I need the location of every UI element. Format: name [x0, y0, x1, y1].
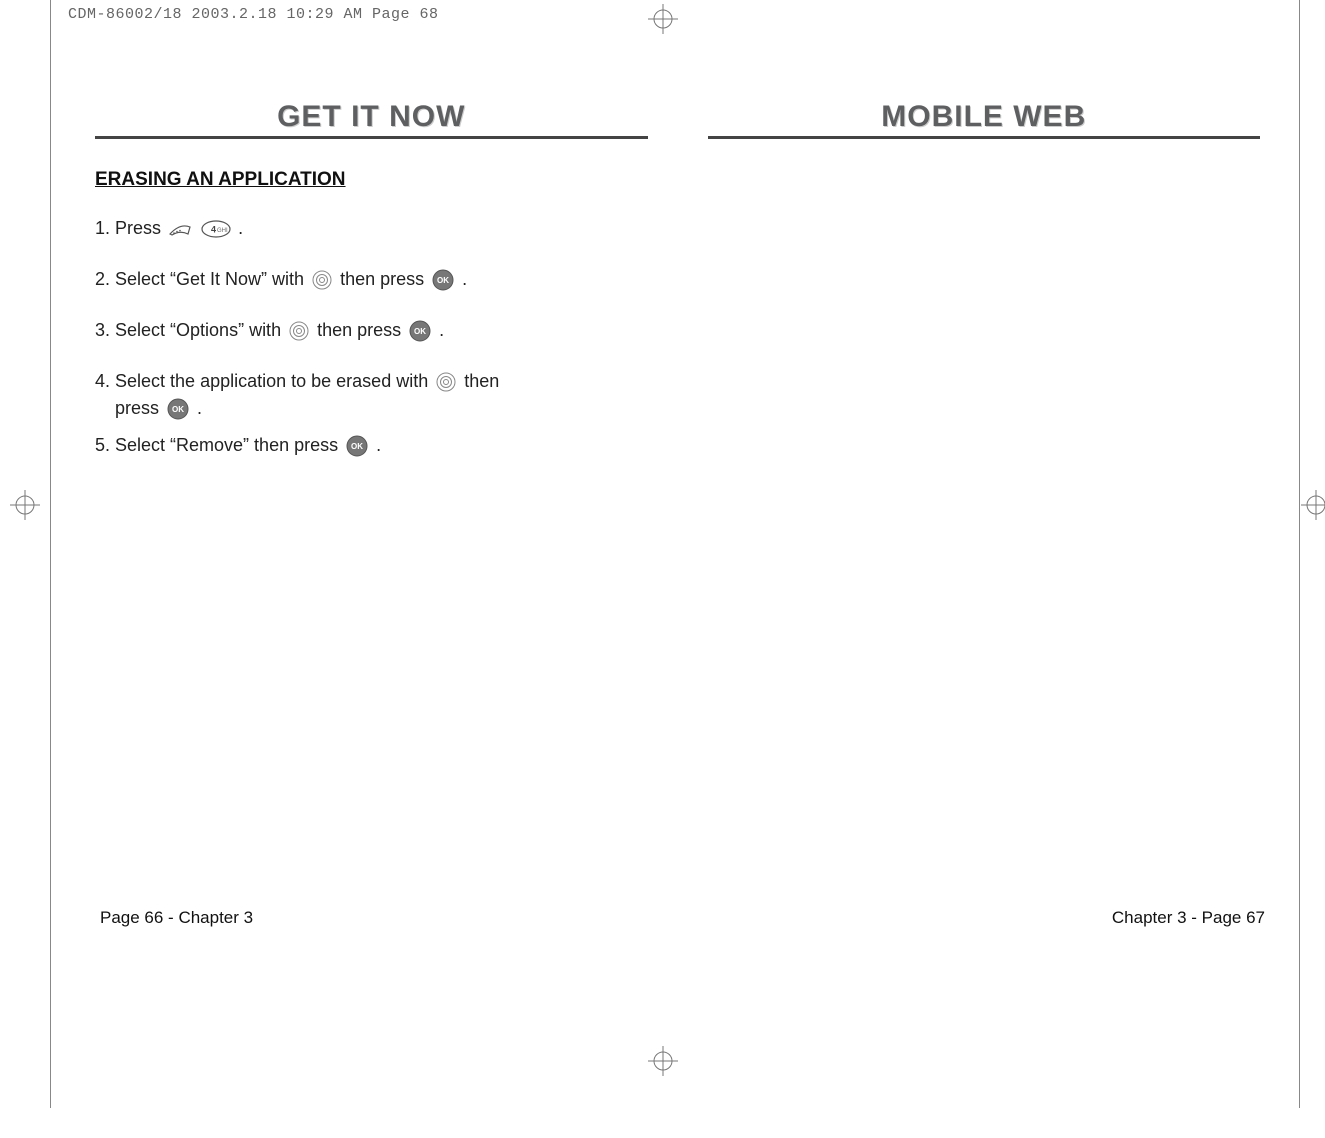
- right-page: MOBILE WEB: [668, 100, 1271, 960]
- step-1-text-b: .: [238, 218, 243, 238]
- left-page: GET IT NOW ERASING AN APPLICATION 1. Pre…: [80, 100, 668, 960]
- svg-text:OK: OK: [351, 442, 363, 451]
- ok-button-icon: OK: [408, 319, 432, 343]
- svg-text:OK: OK: [414, 327, 426, 336]
- registration-mark-bottom: [648, 1046, 678, 1076]
- step-5-text-b: .: [376, 435, 381, 455]
- title-rule: GET IT NOW: [95, 100, 648, 139]
- page-spread: GET IT NOW ERASING AN APPLICATION 1. Pre…: [80, 100, 1270, 960]
- step-2: 2. Select “Get It Now” with then press O…: [95, 266, 648, 293]
- step-3-text-a: 3. Select “Options” with: [95, 320, 286, 340]
- step-1-text-a: 1. Press: [95, 218, 166, 238]
- step-4-text-c: press: [115, 398, 164, 418]
- svg-text:GHI: GHI: [217, 228, 228, 234]
- step-3: 3. Select “Options” with then press OK .: [95, 317, 648, 344]
- step-5: 5. Select “Remove” then press OK .: [95, 432, 648, 459]
- svg-text:OK: OK: [437, 276, 449, 285]
- step-4: 4. Select the application to be erased w…: [95, 368, 648, 422]
- page-title-left: GET IT NOW: [95, 100, 648, 134]
- step-4-text-b: then: [464, 371, 499, 391]
- nav-ring-icon: [288, 320, 310, 342]
- step-2-text-a: 2. Select “Get It Now” with: [95, 269, 309, 289]
- step-3-text-b: then press: [317, 320, 406, 340]
- title-rule: MOBILE WEB: [708, 100, 1261, 139]
- registration-mark-top: [648, 4, 678, 34]
- ok-button-icon: OK: [166, 397, 190, 421]
- step-4-text-a: 4. Select the application to be erased w…: [95, 371, 433, 391]
- keypad-4-icon: 4GHI: [201, 220, 231, 238]
- step-5-text-a: 5. Select “Remove” then press: [95, 435, 343, 455]
- registration-mark-left: [10, 490, 40, 520]
- ok-button-icon: OK: [431, 268, 455, 292]
- subheading-erasing: ERASING AN APPLICATION: [95, 169, 648, 191]
- svg-text:4: 4: [211, 225, 216, 235]
- step-2-text-b: then press: [340, 269, 429, 289]
- step-1: 1. Press 4GHI .: [95, 215, 648, 242]
- step-2-text-c: .: [462, 269, 467, 289]
- footer-right: Chapter 3 - Page 67: [1112, 908, 1265, 928]
- soft-key-icon: [168, 221, 192, 237]
- page-title-right: MOBILE WEB: [708, 100, 1261, 134]
- step-3-text-c: .: [439, 320, 444, 340]
- step-4-text-d: .: [197, 398, 202, 418]
- ok-button-icon: OK: [345, 434, 369, 458]
- registration-mark-right: [1301, 490, 1325, 520]
- nav-ring-icon: [311, 269, 333, 291]
- nav-ring-icon: [435, 371, 457, 393]
- footer-left: Page 66 - Chapter 3: [100, 908, 253, 928]
- svg-text:OK: OK: [172, 405, 184, 414]
